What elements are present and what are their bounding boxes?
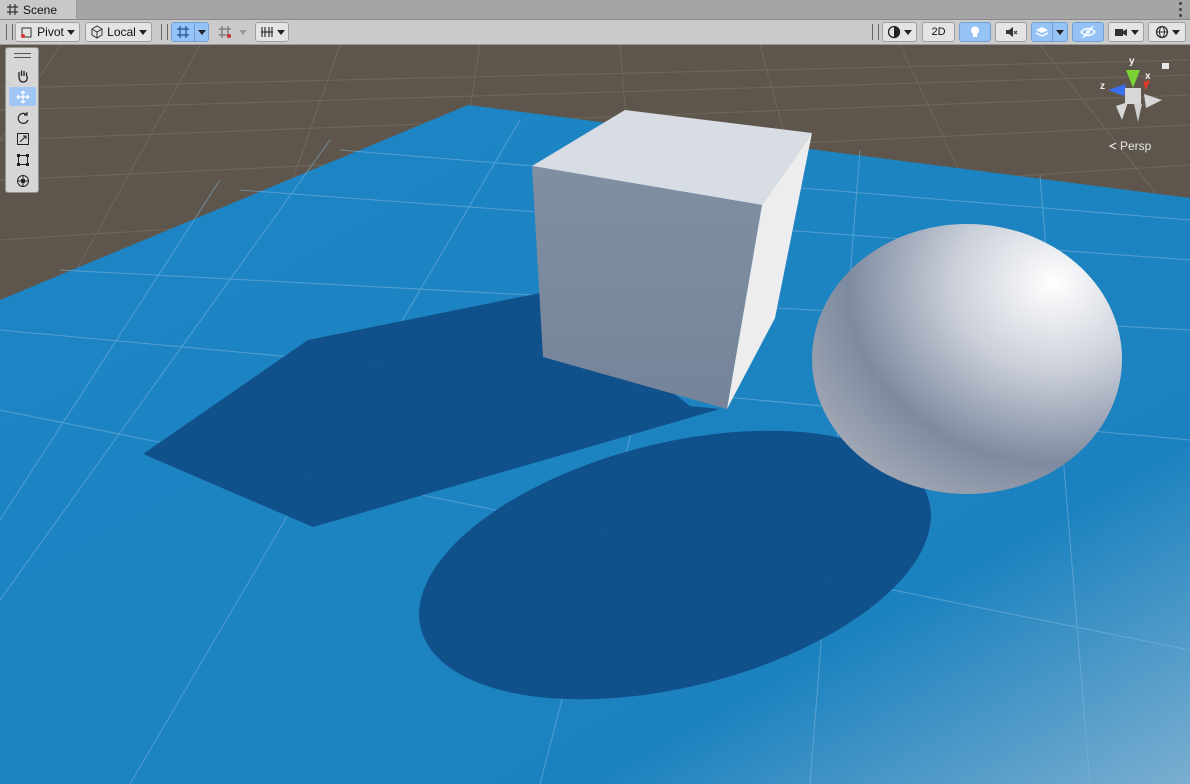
scale-icon <box>16 132 29 145</box>
tab-bar: Scene <box>0 0 1190 20</box>
tool-panel <box>5 47 39 193</box>
increment-snap-toggle[interactable] <box>214 22 236 42</box>
chevron-down-icon <box>66 29 75 35</box>
lighting-toggle[interactable] <box>959 22 991 42</box>
chevron-down-icon <box>1130 29 1139 35</box>
rect-transform-icon <box>16 153 29 166</box>
effects-dropdown[interactable] <box>1052 22 1068 42</box>
pivot-icon <box>21 27 32 38</box>
grid-snap-dropdown[interactable] <box>194 22 209 42</box>
chevron-down-icon <box>1171 29 1180 35</box>
chevron-down-icon <box>276 29 285 35</box>
transform-icon <box>16 174 29 187</box>
pivot-dropdown[interactable]: Pivot <box>15 22 80 42</box>
scale-tool-button[interactable] <box>9 129 36 148</box>
eye-slash-icon <box>1080 25 1096 39</box>
chevron-down-icon <box>138 29 147 35</box>
chevron-down-icon <box>197 29 206 35</box>
axis-y-label: y <box>1129 56 1135 67</box>
mode-2d-label: 2D <box>931 26 946 38</box>
gizmo-lock-icon[interactable] <box>1162 63 1169 69</box>
local-cube-icon <box>91 25 103 39</box>
projection-label: Persp <box>1120 139 1152 153</box>
window-options-icon[interactable] <box>1176 2 1184 17</box>
mode-2d-toggle[interactable]: 2D <box>922 22 955 42</box>
toolbar-grip-2[interactable] <box>161 24 168 40</box>
hidden-objects-toggle[interactable] <box>1072 22 1104 42</box>
grid-snap-toggle[interactable] <box>171 22 195 42</box>
move-tool-button[interactable] <box>9 87 36 106</box>
lightbulb-icon <box>971 26 979 37</box>
gizmos-dropdown[interactable] <box>1148 22 1186 42</box>
sphere[interactable] <box>812 224 1122 494</box>
chevron-down-icon <box>904 29 912 35</box>
gizmos-globe-icon <box>1155 25 1168 39</box>
audio-mute-icon <box>1006 27 1018 37</box>
rotate-tool-button[interactable] <box>9 108 36 127</box>
grid-visibility-icon <box>260 27 273 37</box>
tool-panel-grip[interactable] <box>14 53 31 58</box>
rotate-icon <box>17 111 29 124</box>
audio-toggle[interactable] <box>995 22 1027 42</box>
tab-scene[interactable]: Scene <box>0 0 77 19</box>
toolbar-grip-right[interactable] <box>872 24 879 40</box>
pivot-label: Pivot <box>37 25 64 39</box>
rect-tool-button[interactable] <box>9 150 36 169</box>
chevron-down-icon <box>1056 29 1064 35</box>
chevron-down-icon <box>239 29 247 35</box>
draw-mode-dropdown[interactable] <box>882 22 917 42</box>
local-dropdown[interactable]: Local <box>85 22 152 42</box>
scene-canvas <box>0 45 1190 784</box>
effects-layers-icon <box>1035 27 1049 37</box>
grid-snap-icon <box>177 26 189 38</box>
axis-z-label: z <box>1100 81 1105 92</box>
transform-tool-button[interactable] <box>9 171 36 190</box>
shading-sphere-icon <box>887 25 901 39</box>
scene-viewport[interactable]: y z x <box>0 45 1190 784</box>
tab-scene-label: Scene <box>23 2 58 17</box>
projection-toggle[interactable]: Persp <box>1108 139 1151 153</box>
scene-toolbar: Pivot Local 2D <box>0 20 1190 45</box>
toolbar-grip-left[interactable] <box>6 24 13 40</box>
axis-x-label: x <box>1145 71 1151 82</box>
effects-toggle[interactable] <box>1031 22 1053 42</box>
move-arrows-icon <box>16 90 29 103</box>
camera-settings-dropdown[interactable] <box>1108 22 1144 42</box>
grid-hash-icon <box>5 3 19 17</box>
local-label: Local <box>107 25 136 39</box>
hand-tool-button[interactable] <box>9 66 36 85</box>
chevron-left-icon <box>1108 142 1117 150</box>
increment-snap-dropdown[interactable] <box>236 22 250 42</box>
increment-snap-icon <box>219 26 231 38</box>
camera-icon <box>1114 29 1127 36</box>
grid-visibility-dropdown[interactable] <box>255 22 289 42</box>
hand-icon <box>17 70 28 83</box>
